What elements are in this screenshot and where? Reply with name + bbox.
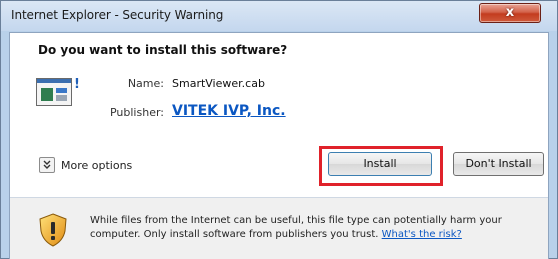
shield-icon xyxy=(39,213,67,247)
more-options-label[interactable]: More options xyxy=(61,159,132,172)
name-value: SmartViewer.cab xyxy=(172,77,265,90)
install-button[interactable]: Install xyxy=(328,152,432,176)
dialog-content: Do you want to install this software? ! … xyxy=(9,32,549,259)
publisher-link[interactable]: VITEK IVP, Inc. xyxy=(172,103,286,119)
dialog-heading: Do you want to install this software? xyxy=(38,43,288,57)
warning-footer: While files from the Internet can be use… xyxy=(10,198,548,259)
publisher-label: Publisher: xyxy=(109,106,164,119)
security-warning-window: Internet Explorer - Security Warning x D… xyxy=(0,0,558,259)
app-icon: ! xyxy=(36,77,80,106)
title-bar[interactable]: Internet Explorer - Security Warning x xyxy=(1,1,557,31)
close-icon: x xyxy=(505,5,515,20)
window-title: Internet Explorer - Security Warning xyxy=(11,8,224,22)
dont-install-button[interactable]: Don't Install xyxy=(453,152,544,176)
whats-the-risk-link[interactable]: What's the risk? xyxy=(382,229,462,240)
close-button[interactable]: x xyxy=(479,3,541,23)
warning-text: While files from the Internet can be use… xyxy=(90,214,540,242)
chevron-down-icon[interactable] xyxy=(39,157,55,173)
name-label: Name: xyxy=(127,77,164,90)
